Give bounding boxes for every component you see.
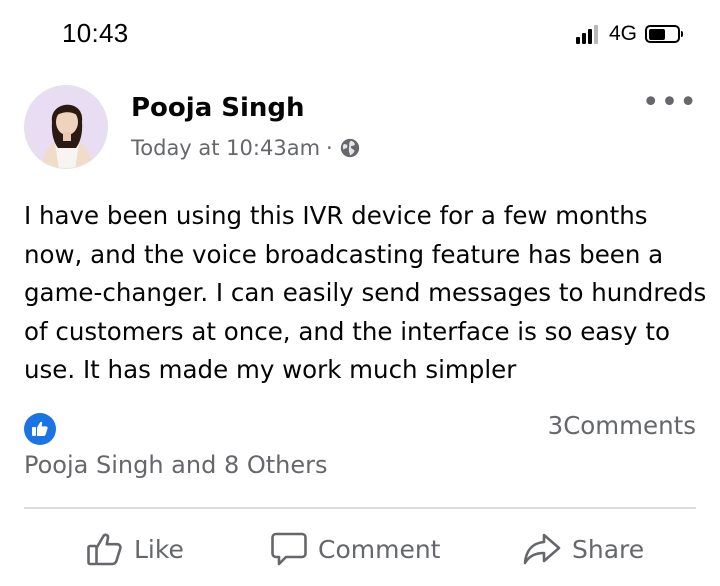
status-indicators: 4G: [575, 20, 683, 48]
post-text: I have been using this IVR device for a …: [24, 201, 707, 385]
status-time: 10:43: [62, 18, 129, 48]
like-label: Like: [134, 534, 184, 564]
reactors-summary[interactable]: Pooja Singh and 8 Others: [24, 451, 328, 479]
post-meta: Today at 10:43am ·: [131, 136, 361, 160]
post-timestamp[interactable]: Today at 10:43am: [131, 136, 320, 160]
like-reaction-icon[interactable]: [24, 413, 56, 445]
share-arrow-icon: [523, 533, 561, 565]
share-button[interactable]: Share: [522, 522, 644, 576]
comment-button[interactable]: Comment: [270, 522, 441, 576]
network-type: 4G: [608, 22, 637, 45]
battery-icon: [645, 25, 683, 43]
author-name[interactable]: Pooja Singh: [131, 93, 305, 123]
share-label: Share: [572, 534, 645, 564]
divider: [24, 507, 696, 509]
globe-icon[interactable]: [339, 137, 361, 159]
like-button[interactable]: Like: [86, 522, 184, 576]
comment-bubble-icon: [271, 532, 307, 566]
signal-icon: [575, 24, 600, 44]
more-options-icon[interactable]: •••: [642, 88, 698, 118]
action-bar: Like Comment Share: [0, 522, 720, 576]
thumbs-up-icon: [87, 533, 122, 566]
meta-separator: ·: [326, 136, 333, 160]
avatar[interactable]: [24, 85, 108, 169]
comment-label: Comment: [318, 534, 441, 564]
comments-count[interactable]: 3Comments: [548, 411, 696, 440]
